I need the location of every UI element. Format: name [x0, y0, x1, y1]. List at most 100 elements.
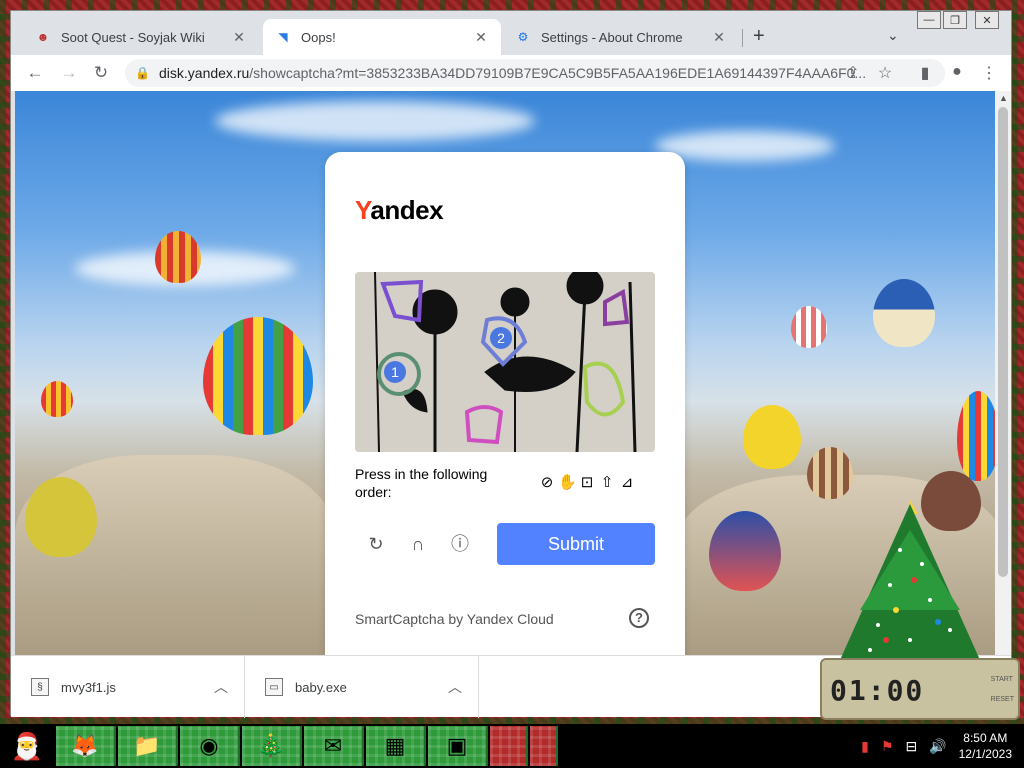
network-icon[interactable]: ⊟ [905, 738, 917, 755]
menu-kebab-icon[interactable]: ⋮ [979, 63, 999, 83]
new-tab-button[interactable]: + [753, 25, 765, 48]
headphones-icon[interactable]: ∩ [407, 533, 429, 555]
url-path: /showcaptcha?mt=3853233BA34DD79109B7E9CA… [249, 65, 867, 81]
refresh-icon[interactable]: ↻ [365, 533, 387, 555]
tab-search-chevron-icon[interactable]: ⌄ [887, 27, 899, 44]
taskbar-slot[interactable] [490, 726, 528, 766]
exe-file-icon: ▭ [265, 678, 283, 696]
share-icon[interactable]: ⇪ [843, 63, 863, 83]
tab-settings[interactable]: ⚙ Settings - About Chrome ✕ [503, 19, 739, 55]
balloon [709, 511, 781, 591]
record-icon[interactable]: ▮ [861, 738, 869, 755]
close-window-button[interactable]: ✕ [975, 11, 999, 29]
side-panel-icon[interactable]: ▮ [915, 63, 935, 83]
clock-digits: 01:00 [830, 674, 925, 707]
chevron-up-icon[interactable]: ︿ [214, 677, 228, 697]
balloon [41, 381, 73, 417]
lock-icon: 🔒 [135, 66, 150, 80]
address-bar[interactable]: 🔒 disk.yandex.ru /showcaptcha?mt=3853233… [125, 59, 945, 87]
system-tray: ▮ ⚑ ⊟ 🔊 8:50 AM 12/1/2023 [855, 724, 1024, 768]
compass-icon: ⊘ [540, 474, 554, 491]
maximize-button[interactable]: ❐ [943, 11, 967, 29]
marker-1: 1 [391, 364, 399, 380]
logo-rest: andex [370, 195, 444, 225]
download-filename: mvy3f1.js [61, 679, 116, 695]
browser-toolbar: ← → ↻ 🔒 disk.yandex.ru /showcaptcha?mt=3… [11, 55, 1011, 91]
bookmark-star-icon[interactable]: ☆ [875, 63, 895, 83]
clock-widget: 01:00 START RESET [820, 658, 1020, 720]
marker-2: 2 [497, 330, 505, 346]
balloon [155, 231, 201, 283]
help-question-icon[interactable]: ? [629, 608, 649, 628]
clock-start-button[interactable]: START [991, 670, 1014, 690]
scrollbar-thumb[interactable] [998, 107, 1008, 577]
chevron-up-icon[interactable]: ︿ [448, 677, 462, 697]
back-arrow-icon[interactable]: ← [25, 63, 45, 83]
forward-arrow-icon[interactable]: → [59, 63, 79, 83]
photos-icon[interactable]: ▣ [428, 726, 488, 766]
thunderbird-icon[interactable]: ✉ [304, 726, 364, 766]
submit-button[interactable]: Submit [497, 523, 655, 565]
file-explorer-icon[interactable]: 📁 [118, 726, 178, 766]
profile-avatar-icon[interactable]: ● [947, 63, 967, 81]
smartcaptcha-footer: SmartCaptcha by Yandex Cloud [355, 611, 554, 627]
cloud [655, 131, 835, 161]
taskbar: 🎅 🦊 📁 ◉ 🎄 ✉ ▦ ▣ ▮ ⚑ ⊟ 🔊 8:50 AM 12/1/202… [0, 724, 1024, 768]
close-tab-icon[interactable]: ✕ [473, 29, 489, 46]
close-tab-icon[interactable]: ✕ [231, 29, 247, 46]
order-icons: ⊘ ✋ ⊡ ⇧ ⊿ [538, 474, 636, 492]
taskbar-clock[interactable]: 8:50 AM 12/1/2023 [959, 730, 1012, 762]
captcha-image[interactable]: 1 2 [355, 272, 655, 452]
santa-start-icon[interactable]: 🎅 [0, 724, 54, 768]
calculator-icon[interactable]: ▦ [366, 726, 426, 766]
clock-reset-button[interactable]: RESET [991, 690, 1014, 710]
balloon [203, 317, 313, 435]
network-disconnected-icon[interactable]: ⚑ [881, 738, 894, 755]
arrow-up-icon: ⇧ [600, 474, 614, 491]
minimize-button[interactable]: — [917, 11, 941, 29]
time-text: 8:50 AM [963, 731, 1008, 745]
scroll-up-arrow-icon[interactable]: ▲ [999, 93, 1008, 103]
download-item[interactable]: § mvy3f1.js ︿ [11, 656, 245, 718]
date-text: 12/1/2023 [958, 747, 1012, 761]
balloon [873, 279, 935, 347]
balloon [25, 477, 97, 557]
close-tab-icon[interactable]: ✕ [711, 29, 727, 46]
lock-icon: ⊡ [580, 474, 594, 491]
balloon [743, 405, 801, 469]
captcha-image-drawing: 1 2 [355, 272, 655, 452]
hand-icon: ✋ [558, 474, 577, 491]
reload-icon[interactable]: ↻ [91, 63, 111, 83]
christmas-tree-decoration [840, 500, 980, 660]
vertical-scrollbar[interactable]: ▲ [995, 91, 1011, 655]
yandex-logo: Yandex [355, 195, 444, 226]
tab-oops[interactable]: ◥ Oops! ✕ [263, 19, 501, 55]
firefox-icon[interactable]: 🦊 [56, 726, 116, 766]
balloon [791, 306, 827, 348]
download-item[interactable]: ▭ baby.exe ︿ [245, 656, 479, 718]
chrome-icon[interactable]: ◉ [180, 726, 240, 766]
tab-soot-quest[interactable]: ☻ Soot Quest - Soyjak Wiki ✕ [23, 19, 259, 55]
gear-icon: ⚙ [517, 30, 529, 44]
balloon [957, 391, 995, 481]
wiki-favicon-icon: ☻ [36, 30, 50, 44]
tree-icon[interactable]: 🎄 [242, 726, 302, 766]
tab-title: Oops! [301, 29, 336, 45]
taskbar-slot[interactable] [530, 726, 558, 766]
info-icon[interactable]: ⓘ [449, 533, 471, 555]
tab-strip: ☻ Soot Quest - Soyjak Wiki ✕ ◥ Oops! ✕ ⚙… [11, 11, 1011, 55]
cloud [215, 101, 535, 141]
logo-letter-y: Y [355, 195, 371, 225]
tab-title: Soot Quest - Soyjak Wiki [61, 29, 205, 45]
volume-icon[interactable]: 🔊 [929, 738, 946, 755]
tab-separator [742, 29, 743, 47]
order-instruction: Press in the following order: [355, 466, 488, 500]
tab-title: Settings - About Chrome [541, 29, 683, 45]
yandex-disk-favicon-icon: ◥ [278, 30, 288, 44]
chart-icon: ⊿ [620, 474, 634, 491]
url-host: disk.yandex.ru [159, 65, 250, 81]
clock-buttons: START RESET [991, 670, 1014, 710]
download-filename: baby.exe [295, 679, 347, 695]
captcha-card: Yandex 1 2 Press in the following order:… [325, 152, 685, 655]
script-file-icon: § [31, 678, 49, 696]
